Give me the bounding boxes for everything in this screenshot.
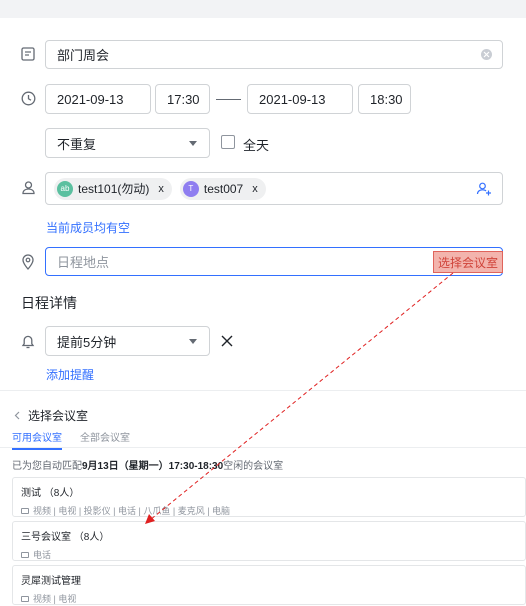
avatar: T bbox=[182, 180, 199, 197]
remove-attendee-button[interactable]: x bbox=[158, 183, 164, 195]
avatar: ab bbox=[57, 180, 73, 197]
repeat-value: 不重复 bbox=[57, 136, 97, 152]
room-panel: 选择会议室 可用会议室 全部会议室 已为您自动匹配9月13日（星期一）17:30… bbox=[0, 390, 526, 606]
end-date-input[interactable]: 2021-09-13 bbox=[247, 84, 353, 114]
top-bar bbox=[0, 0, 526, 18]
start-time-value: 17:30 bbox=[167, 91, 200, 107]
room-features-text: 视频 | 电视 | 投影仪 | 电话 | 八爪鱼 | 麦克风 | 电脑 bbox=[33, 506, 231, 516]
start-date-value: 2021-09-13 bbox=[57, 91, 124, 107]
all-day-label: 全天 bbox=[243, 138, 270, 153]
details-title: 日程详情 bbox=[21, 295, 77, 311]
location-icon bbox=[20, 254, 36, 270]
hint-prefix: 已为您自动匹配 bbox=[12, 461, 82, 472]
end-time-value: 18:30 bbox=[370, 91, 403, 107]
room-features: 视频 | 电视 | 投影仪 | 电话 | 八爪鱼 | 麦克风 | 电脑 bbox=[21, 504, 517, 517]
room-name: 测试 （8人） bbox=[21, 488, 80, 499]
room-item[interactable]: 测试 （8人） 视频 | 电视 | 投影仪 | 电话 | 八爪鱼 | 麦克风 |… bbox=[12, 477, 526, 517]
room-item[interactable]: 三号会议室 （8人） 电话 bbox=[12, 521, 526, 561]
select-room-label: 选择会议室 bbox=[437, 255, 498, 270]
title-input-value: 部门周会 bbox=[57, 48, 110, 63]
user-icon bbox=[20, 179, 36, 195]
room-item[interactable]: 灵犀测试管理 视频 | 电视 bbox=[12, 565, 526, 605]
start-date-input[interactable]: 2021-09-13 bbox=[45, 84, 151, 114]
room-features-text: 视频 | 电视 bbox=[33, 594, 77, 604]
repeat-select[interactable]: 不重复 bbox=[45, 128, 210, 158]
title-input[interactable]: 部门周会 bbox=[45, 40, 503, 69]
chevron-down-icon bbox=[189, 339, 197, 344]
availability-link[interactable]: 当前成员均有空 bbox=[46, 219, 130, 236]
back-chevron-icon[interactable] bbox=[14, 409, 20, 423]
all-day-checkbox[interactable] bbox=[221, 135, 235, 149]
attendee-chip: T test007 x bbox=[179, 177, 266, 200]
select-room-button[interactable]: 选择会议室 bbox=[433, 251, 503, 273]
end-time-input[interactable]: 18:30 bbox=[358, 84, 411, 114]
device-icon bbox=[21, 551, 29, 558]
time-range-separator bbox=[216, 99, 241, 100]
reminder-select[interactable]: 提前5分钟 bbox=[45, 326, 210, 356]
room-features-text: 电话 bbox=[33, 550, 52, 560]
attendee-chip: ab test101(勿动) x bbox=[54, 177, 172, 200]
room-features: 视频 | 电视 bbox=[21, 592, 517, 605]
add-user-icon[interactable] bbox=[476, 181, 492, 200]
clock-icon bbox=[20, 90, 36, 106]
match-hint: 已为您自动匹配9月13日（星期一）17:30-18:30空闲的会议室 bbox=[12, 457, 283, 472]
close-icon[interactable] bbox=[221, 335, 233, 350]
start-time-input[interactable]: 17:30 bbox=[155, 84, 210, 114]
room-panel-title: 选择会议室 bbox=[28, 409, 89, 423]
clear-icon[interactable] bbox=[481, 49, 492, 60]
reminder-value: 提前5分钟 bbox=[57, 334, 117, 350]
remove-attendee-button[interactable]: x bbox=[252, 183, 258, 195]
hint-suffix: 空闲的会议室 bbox=[223, 461, 284, 472]
attendee-name: test007 bbox=[203, 181, 244, 196]
room-panel-header: 选择会议室 bbox=[14, 407, 88, 424]
end-date-value: 2021-09-13 bbox=[259, 91, 326, 107]
location-placeholder: 日程地点 bbox=[57, 255, 110, 270]
room-features: 电话 bbox=[21, 548, 517, 561]
attendee-name: test101(勿动) bbox=[78, 182, 150, 196]
title-icon bbox=[20, 46, 36, 62]
chevron-down-icon bbox=[189, 141, 197, 146]
device-icon bbox=[21, 595, 29, 602]
divider bbox=[0, 447, 526, 448]
add-reminder-link[interactable]: 添加提醒 bbox=[46, 366, 94, 383]
room-name: 灵犀测试管理 bbox=[21, 576, 81, 587]
attendees-input[interactable]: ab test101(勿动) x T test007 x bbox=[45, 172, 503, 205]
hint-date: 9月13日（星期一）17:30-18:30 bbox=[82, 461, 224, 472]
device-icon bbox=[21, 507, 29, 514]
bell-icon bbox=[20, 333, 36, 349]
room-name: 三号会议室 （8人） bbox=[21, 532, 110, 543]
